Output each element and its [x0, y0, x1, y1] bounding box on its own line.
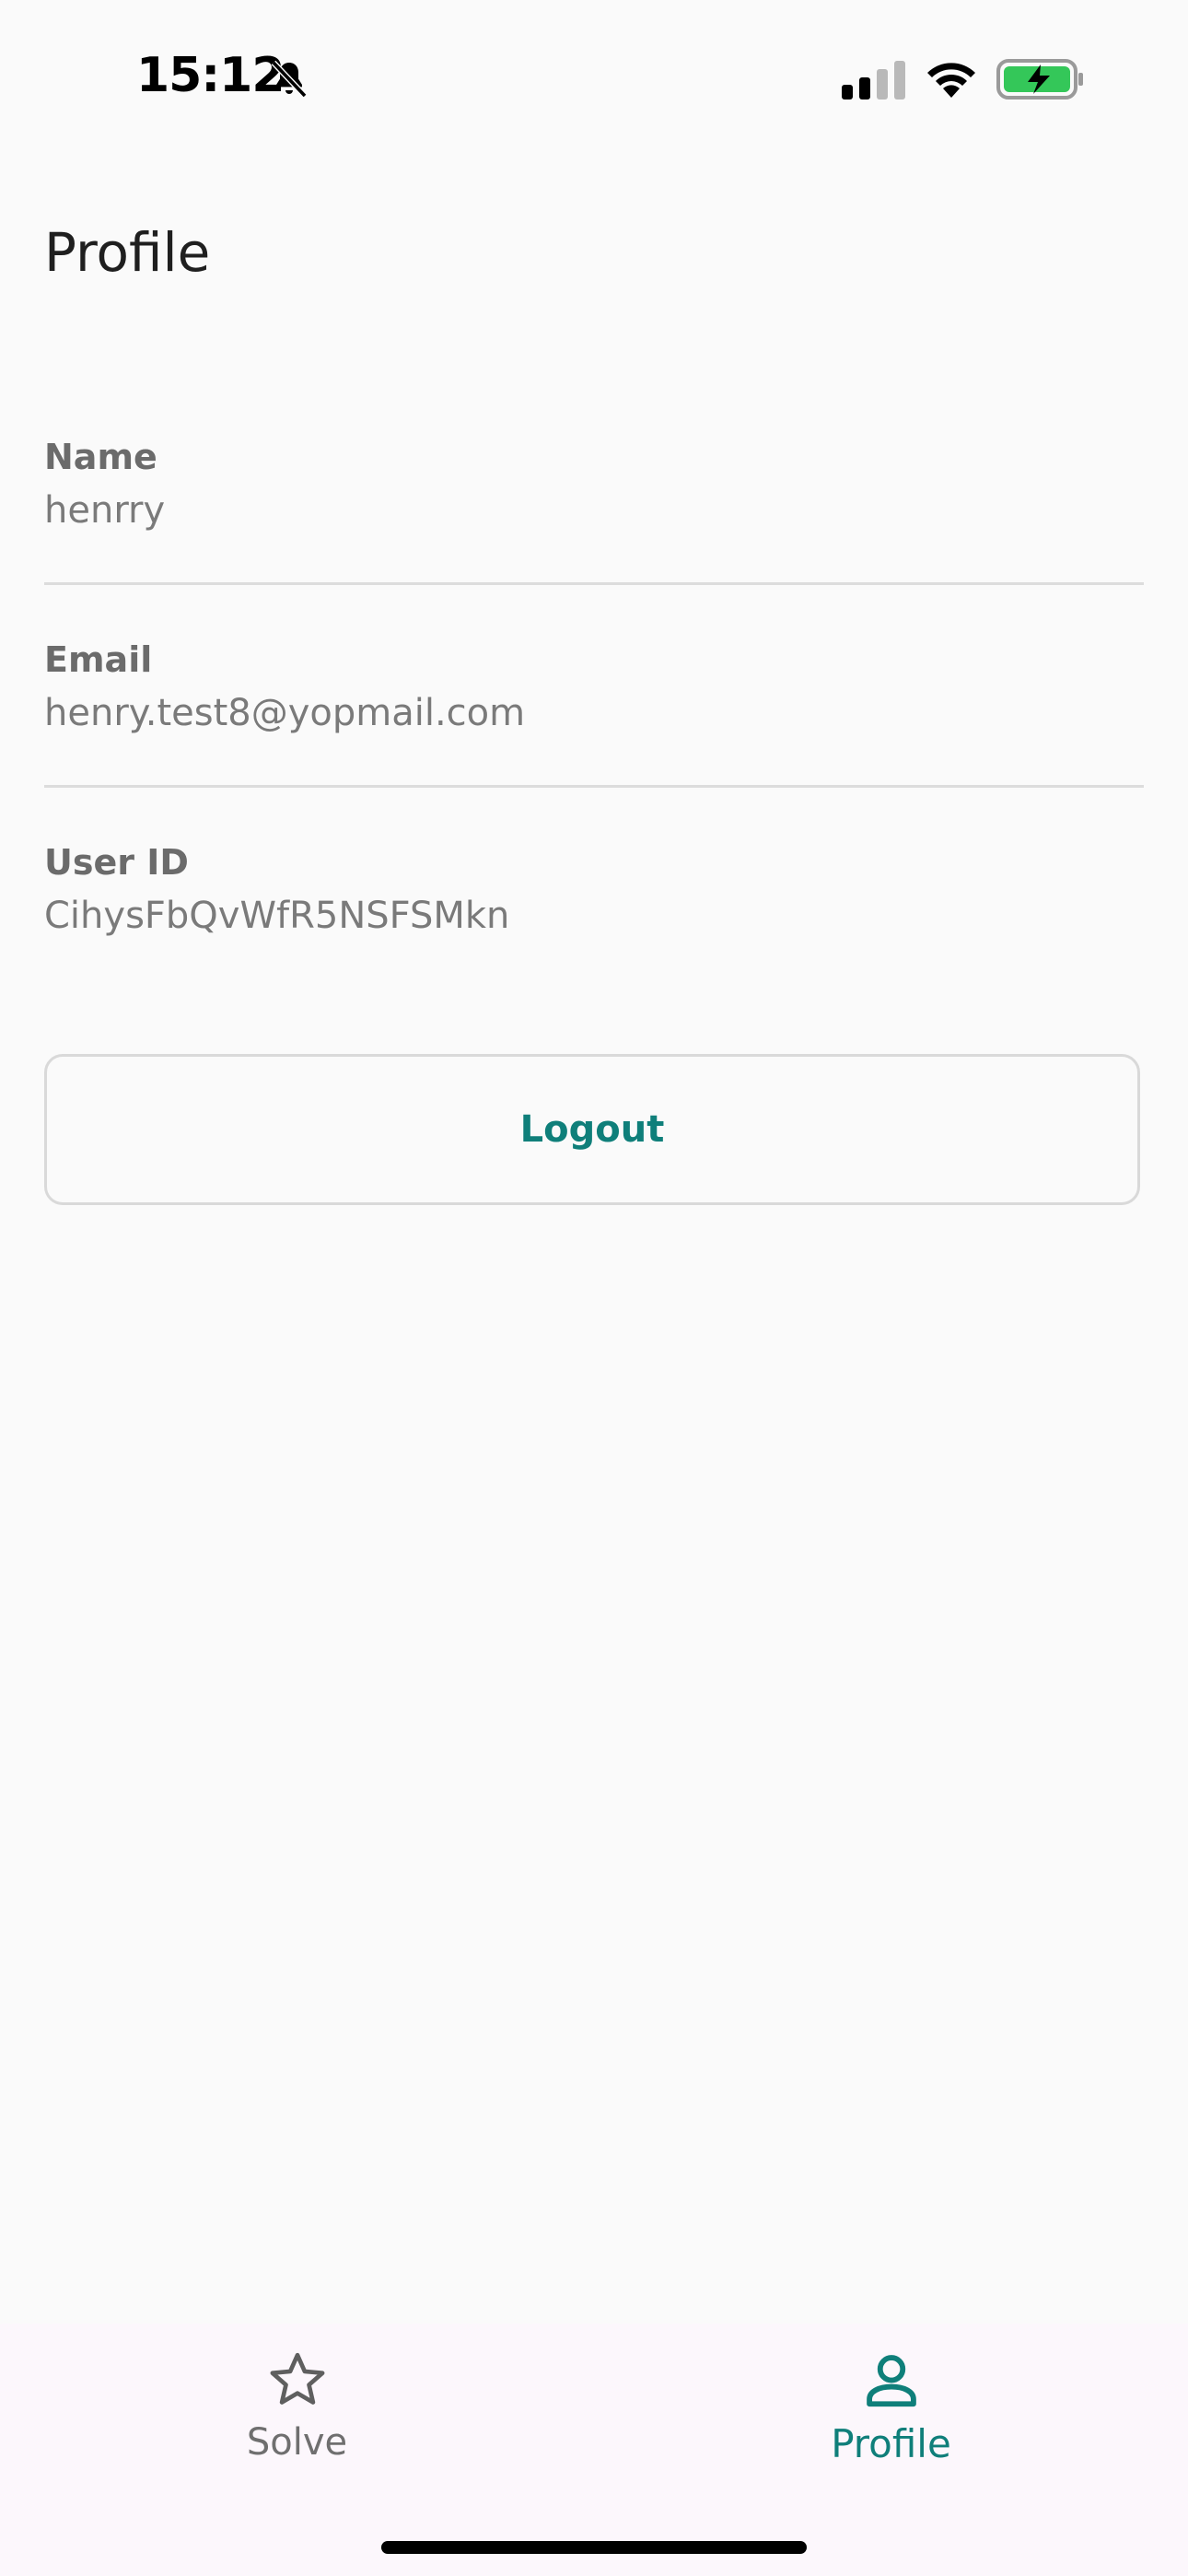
wifi-icon — [927, 63, 975, 98]
home-indicator[interactable] — [381, 2541, 807, 2554]
divider — [44, 785, 1144, 788]
tab-solve-label: Solve — [246, 2421, 348, 2464]
email-label: Email — [44, 639, 153, 680]
logout-label: Logout — [519, 1108, 665, 1151]
email-field: Email henry.test8@yopmail.com — [44, 639, 1144, 735]
name-label: Name — [44, 437, 157, 477]
cellular-signal-icon — [842, 61, 905, 100]
divider — [44, 582, 1144, 585]
name-field: Name henrry — [44, 437, 1144, 533]
star-icon — [270, 2352, 324, 2405]
user-id-label: User ID — [44, 842, 189, 883]
tab-profile[interactable]: Profile — [594, 2324, 1188, 2508]
name-value: henrry — [44, 488, 166, 532]
tab-profile-label: Profile — [831, 2421, 951, 2466]
status-bar: 15:12 — [0, 0, 1188, 157]
status-time: 15:12 — [136, 48, 285, 103]
logout-button[interactable]: Logout — [44, 1054, 1140, 1205]
tab-solve[interactable]: Solve — [0, 2324, 594, 2508]
email-value: henry.test8@yopmail.com — [44, 691, 526, 734]
bell-slash-icon — [271, 60, 308, 99]
page-title: Profile — [44, 221, 211, 284]
user-id-value: CihysFbQvWfR5NSFSMkn — [44, 894, 510, 937]
user-id-field: User ID CihysFbQvWfR5NSFSMkn — [44, 842, 1144, 938]
person-icon — [866, 2355, 916, 2407]
battery-charging-icon — [996, 59, 1083, 100]
bottom-nav: Solve Profile — [0, 2324, 1188, 2576]
